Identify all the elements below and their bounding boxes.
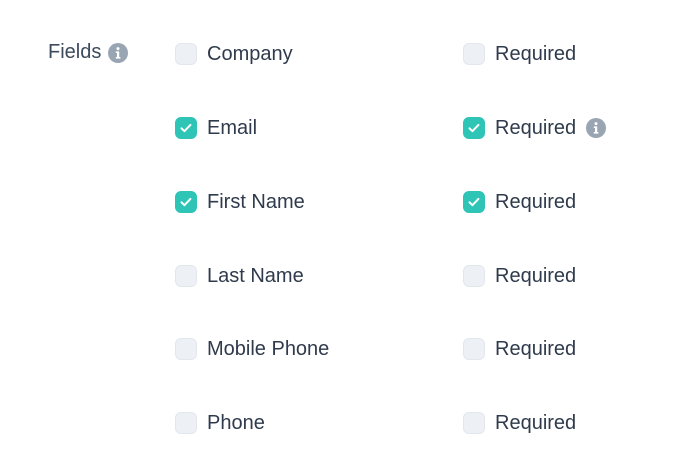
field-label: Email [207, 116, 258, 139]
required-label: Required [495, 264, 577, 287]
field-label: Last Name [207, 264, 304, 287]
field-checkbox[interactable] [175, 265, 197, 287]
field-toggle-email[interactable]: Email [175, 113, 257, 143]
field-checkbox[interactable] [175, 412, 197, 434]
field-row-last-name: Last Name Required [0, 261, 690, 291]
required-checkbox[interactable] [463, 43, 485, 65]
required-label: Required [495, 411, 577, 434]
field-checkbox[interactable] [175, 191, 197, 213]
info-icon[interactable] [586, 118, 607, 138]
required-toggle-phone[interactable]: Required [463, 408, 576, 438]
required-label: Required [495, 116, 577, 139]
required-toggle-email[interactable]: Required [463, 113, 607, 143]
required-toggle-last-name[interactable]: Required [463, 261, 576, 291]
required-toggle-mobile-phone[interactable]: Required [463, 334, 576, 364]
required-toggle-first-name[interactable]: Required [463, 187, 576, 217]
required-checkbox[interactable] [463, 412, 485, 434]
field-checkbox[interactable] [175, 338, 197, 360]
checkmark-icon [468, 123, 480, 133]
checkmark-icon [180, 123, 192, 133]
field-row-phone: Phone Required [0, 408, 690, 438]
field-checkbox[interactable] [175, 43, 197, 65]
field-toggle-last-name[interactable]: Last Name [175, 261, 304, 291]
field-label: First Name [207, 190, 305, 213]
field-label: Company [207, 42, 293, 65]
field-toggle-company[interactable]: Company [175, 39, 293, 69]
required-toggle-company[interactable]: Required [463, 39, 576, 69]
required-checkbox[interactable] [463, 265, 485, 287]
checkmark-icon [180, 197, 192, 207]
required-checkbox[interactable] [463, 338, 485, 360]
field-toggle-first-name[interactable]: First Name [175, 187, 305, 217]
field-row-company: Company Required [0, 39, 690, 69]
checkmark-icon [468, 197, 480, 207]
required-label: Required [495, 42, 577, 65]
field-label: Mobile Phone [207, 337, 330, 360]
field-toggle-mobile-phone[interactable]: Mobile Phone [175, 334, 329, 364]
field-row-first-name: First Name Required [0, 187, 690, 217]
required-checkbox[interactable] [463, 191, 485, 213]
field-label: Phone [207, 411, 265, 434]
required-checkbox[interactable] [463, 117, 485, 139]
field-row-email: Email Required [0, 113, 690, 143]
field-row-mobile-phone: Mobile Phone Required [0, 334, 690, 364]
field-toggle-phone[interactable]: Phone [175, 408, 265, 438]
required-label: Required [495, 337, 577, 360]
field-checkbox[interactable] [175, 117, 197, 139]
required-label: Required [495, 190, 577, 213]
